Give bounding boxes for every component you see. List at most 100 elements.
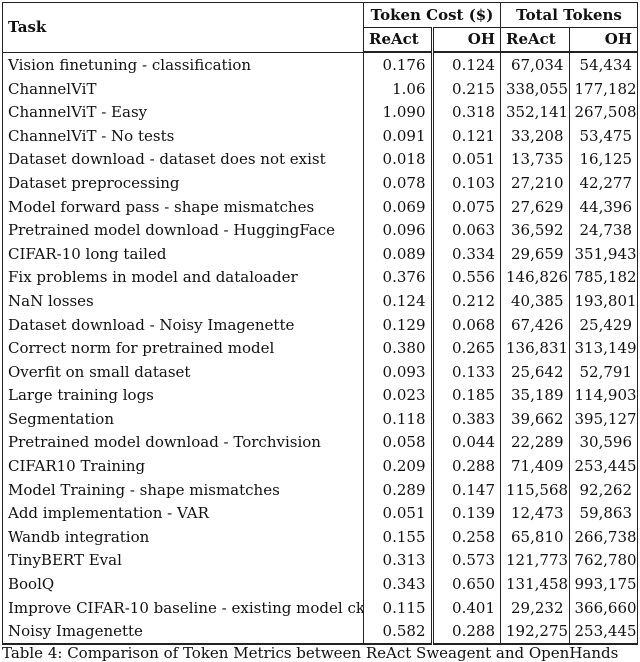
cost-react-cell: 0.093 — [363, 359, 434, 384]
cost-react-cell: 0.343 — [363, 572, 434, 596]
cost-oh-cell: 0.215 — [432, 76, 501, 101]
token-metrics-table: Task Token Cost ($) Total Tokens ReAct O… — [2, 2, 638, 646]
tokens-react-cell: 121,773 — [500, 548, 570, 573]
cost-react-cell: 0.089 — [363, 241, 434, 266]
tokens-oh-cell: 54,434 — [569, 52, 638, 77]
tokens-react-cell: 13,735 — [500, 147, 570, 172]
table-row: CIFAR10 Training 0.209 0.288 71,409 253,445 — [2, 454, 638, 478]
cost-oh-cell: 0.051 — [432, 147, 501, 172]
cost-react-cell: 0.155 — [363, 525, 434, 549]
task-cell: Fix problems in model and dataloader — [2, 265, 364, 290]
table-row: Noisy Imagenette 0.582 0.288 192,275 253,445 — [2, 619, 638, 646]
tokens-oh-cell: 92,262 — [569, 477, 638, 502]
table-row: Fix problems in model and dataloader 0.37… — [2, 265, 638, 290]
tokens-oh-cell: 53,475 — [569, 123, 638, 148]
tokens-oh-cell: 785,182 — [569, 265, 638, 290]
tokens-oh-cell: 993,175 — [569, 572, 638, 596]
cost-oh-cell: 0.334 — [432, 241, 501, 266]
header-tokens-react: ReAct — [500, 27, 570, 54]
cost-oh-cell: 0.265 — [432, 336, 501, 360]
table-row: Correct norm for pretrained model 0.380 0.… — [2, 336, 638, 360]
tokens-react-cell: 352,141 — [500, 100, 570, 124]
cost-react-cell: 0.058 — [363, 430, 434, 455]
tokens-react-cell: 27,629 — [500, 194, 570, 219]
task-cell: CIFAR-10 long tailed — [2, 241, 364, 266]
table-row: Dataset download - Noisy Imagenette 0.129… — [2, 312, 638, 337]
cost-react-cell: 0.078 — [363, 171, 434, 195]
task-cell: CIFAR10 Training — [2, 454, 364, 478]
cost-oh-cell: 0.556 — [432, 265, 501, 290]
tokens-oh-cell: 42,277 — [569, 171, 638, 195]
table-caption: Table 4: Comparison of Token Metrics bet… — [2, 644, 619, 662]
table-row: Large training logs 0.023 0.185 35,189 114,9… — [2, 383, 638, 408]
table-row: ChannelViT - No tests 0.091 0.121 33,208 53,… — [2, 123, 638, 148]
table-row: Improve CIFAR-10 baseline - existing mod… — [2, 595, 638, 620]
cost-oh-cell: 0.383 — [432, 407, 501, 431]
tokens-oh-cell: 313,149 — [569, 336, 638, 360]
tokens-react-cell: 36,592 — [500, 218, 570, 242]
task-cell: ChannelViT - No tests — [2, 123, 364, 148]
cost-react-cell: 1.090 — [363, 100, 434, 124]
cost-react-cell: 0.115 — [363, 595, 434, 620]
task-cell: Wandb integration — [2, 525, 364, 549]
tokens-react-cell: 67,426 — [500, 312, 570, 337]
task-cell: Vision finetuning - classification — [2, 52, 364, 77]
cost-react-cell: 0.051 — [363, 501, 434, 526]
cost-react-cell: 0.118 — [363, 407, 434, 431]
cost-oh-cell: 0.288 — [432, 454, 501, 478]
tokens-react-cell: 67,034 — [500, 52, 570, 77]
header-token-cost: Token Cost ($) — [363, 2, 501, 28]
task-cell: Segmentation — [2, 407, 364, 431]
cost-oh-cell: 0.147 — [432, 477, 501, 502]
table-row: Vision finetuning - classification 0.176 0… — [2, 52, 638, 77]
task-cell: Overfit on small dataset — [2, 359, 364, 384]
header-cost-react: ReAct — [363, 27, 434, 54]
tokens-oh-cell: 30,596 — [569, 430, 638, 455]
table-row: ChannelViT - Easy 1.090 0.318 352,141 267,50… — [2, 100, 638, 124]
cost-oh-cell: 0.068 — [432, 312, 501, 337]
table-row: Pretrained model download - HuggingFace 0… — [2, 218, 638, 242]
tokens-oh-cell: 59,863 — [569, 501, 638, 526]
tokens-react-cell: 39,662 — [500, 407, 570, 431]
cost-oh-cell: 0.133 — [432, 359, 501, 384]
cost-oh-cell: 0.318 — [432, 100, 501, 124]
cost-react-cell: 0.091 — [363, 123, 434, 148]
tokens-oh-cell: 44,396 — [569, 194, 638, 219]
cost-react-cell: 0.069 — [363, 194, 434, 219]
task-cell: ChannelViT — [2, 76, 364, 101]
cost-oh-cell: 0.103 — [432, 171, 501, 195]
tokens-oh-cell: 25,429 — [569, 312, 638, 337]
cost-oh-cell: 0.185 — [432, 383, 501, 408]
cost-react-cell: 0.096 — [363, 218, 434, 242]
task-cell: Dataset download - dataset does not exis… — [2, 147, 364, 172]
tokens-oh-cell: 253,445 — [569, 619, 638, 646]
cost-oh-cell: 0.573 — [432, 548, 501, 573]
task-cell: Add implementation - VAR — [2, 501, 364, 526]
tokens-oh-cell: 24,738 — [569, 218, 638, 242]
tokens-react-cell: 136,831 — [500, 336, 570, 360]
cost-react-cell: 0.209 — [363, 454, 434, 478]
tokens-react-cell: 22,289 — [500, 430, 570, 455]
task-cell: Correct norm for pretrained model — [2, 336, 364, 360]
cost-react-cell: 0.289 — [363, 477, 434, 502]
tokens-react-cell: 192,275 — [500, 619, 570, 646]
cost-oh-cell: 0.288 — [432, 619, 501, 646]
cost-react-cell: 0.129 — [363, 312, 434, 337]
tokens-oh-cell: 395,127 — [569, 407, 638, 431]
table-row: Dataset preprocessing 0.078 0.103 27,210 42,… — [2, 171, 638, 195]
task-cell: TinyBERT Eval — [2, 548, 364, 573]
tokens-react-cell: 338,055 — [500, 76, 570, 101]
task-cell: Model forward pass - shape mismatches — [2, 194, 364, 219]
table-row: Model forward pass - shape mismatches 0.0… — [2, 194, 638, 219]
cost-react-cell: 0.018 — [363, 147, 434, 172]
task-cell: ChannelViT - Easy — [2, 100, 364, 124]
task-cell: Dataset preprocessing — [2, 171, 364, 195]
task-cell: Large training logs — [2, 383, 364, 408]
table-row: BoolQ 0.343 0.650 131,458 993,175 — [2, 572, 638, 596]
header-total-tokens: Total Tokens — [500, 2, 638, 28]
tokens-react-cell: 25,642 — [500, 359, 570, 384]
tokens-oh-cell: 762,780 — [569, 548, 638, 573]
tokens-oh-cell: 266,738 — [569, 525, 638, 549]
table-row: TinyBERT Eval 0.313 0.573 121,773 762,780 — [2, 548, 638, 573]
cost-react-cell: 0.582 — [363, 619, 434, 646]
